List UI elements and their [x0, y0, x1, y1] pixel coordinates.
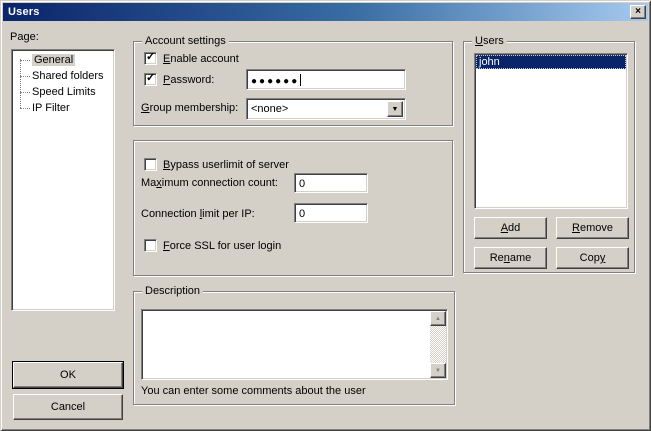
group-account-settings: Account settings ✓ Enable account ✓ Pass… — [133, 41, 453, 126]
description-textarea[interactable]: ▲ ▼ — [141, 309, 448, 380]
force-ssl-label: Force SSL for user login — [163, 240, 281, 253]
enable-account-checkbox[interactable]: ✓ — [144, 52, 157, 65]
bypass-userlimit-checkbox[interactable] — [144, 158, 157, 171]
tree-item-shared-folders[interactable]: Shared folders — [12, 68, 114, 84]
scrollbar[interactable]: ▲ ▼ — [430, 311, 446, 378]
page-tree[interactable]: General Shared folders Speed Limits IP F… — [11, 49, 115, 311]
group-limits: Bypass userlimit of server Maximum conne… — [133, 140, 453, 276]
users-dialog: Users × Page: General Shared folders Spe… — [0, 0, 651, 431]
description-hint: You can enter some comments about the us… — [141, 385, 366, 397]
max-connection-label: Maximum connection count: — [141, 177, 278, 190]
remove-button[interactable]: Remove — [556, 217, 629, 239]
scrollbar-track[interactable] — [430, 326, 446, 363]
title-bar: Users × — [3, 3, 648, 21]
up-arrow-icon: ▲ — [435, 316, 441, 322]
add-button[interactable]: Add — [474, 217, 547, 239]
user-item[interactable]: john — [476, 55, 626, 69]
group-membership-value: <none> — [251, 102, 288, 116]
password-input[interactable]: ●●●●●● — [246, 69, 406, 90]
tree-item-speed-limits[interactable]: Speed Limits — [12, 84, 114, 100]
check-icon: ✓ — [146, 51, 155, 64]
scroll-up-button[interactable]: ▲ — [430, 311, 446, 326]
close-button[interactable]: × — [630, 5, 646, 19]
force-ssl-checkbox[interactable] — [144, 239, 157, 252]
dropdown-button[interactable]: ▼ — [387, 101, 403, 117]
password-checkbox[interactable]: ✓ — [144, 73, 157, 86]
ip-limit-input[interactable]: 0 — [294, 203, 368, 223]
scroll-down-button[interactable]: ▼ — [430, 363, 446, 378]
page-label: Page: — [10, 31, 39, 44]
cancel-button[interactable]: Cancel — [13, 394, 123, 420]
ok-button[interactable]: OK — [13, 362, 123, 388]
group-membership-select[interactable]: <none> ▼ — [246, 98, 406, 120]
tree-item-ip-filter[interactable]: IP Filter — [12, 100, 114, 116]
down-arrow-icon: ▼ — [435, 368, 441, 374]
ip-limit-label: Connection limit per IP: — [141, 208, 255, 221]
chevron-down-icon: ▼ — [392, 106, 399, 113]
copy-button[interactable]: Copy — [556, 247, 629, 269]
window-title: Users — [8, 6, 40, 18]
text-cursor — [300, 74, 301, 86]
users-listbox[interactable]: john — [474, 53, 628, 209]
password-masked-value: ●●●●●● — [251, 74, 301, 88]
rename-button[interactable]: Rename — [474, 247, 547, 269]
check-icon: ✓ — [146, 72, 155, 85]
group-users: Users john Add Remove Rename Copy — [463, 41, 635, 273]
max-connection-input[interactable]: 0 — [294, 173, 368, 193]
group-account-settings-title: Account settings — [142, 35, 229, 48]
group-description-title: Description — [142, 285, 203, 298]
group-users-title: Users — [472, 35, 507, 48]
enable-account-label: Enable account — [163, 53, 239, 66]
tree-item-general[interactable]: General — [12, 52, 114, 68]
bypass-userlimit-label: Bypass userlimit of server — [163, 159, 289, 172]
close-icon: × — [635, 7, 641, 17]
group-membership-label: Group membership: — [141, 102, 238, 115]
group-description: Description ▲ ▼ You can enter some comme… — [133, 291, 455, 405]
password-label: Password: — [163, 74, 214, 87]
